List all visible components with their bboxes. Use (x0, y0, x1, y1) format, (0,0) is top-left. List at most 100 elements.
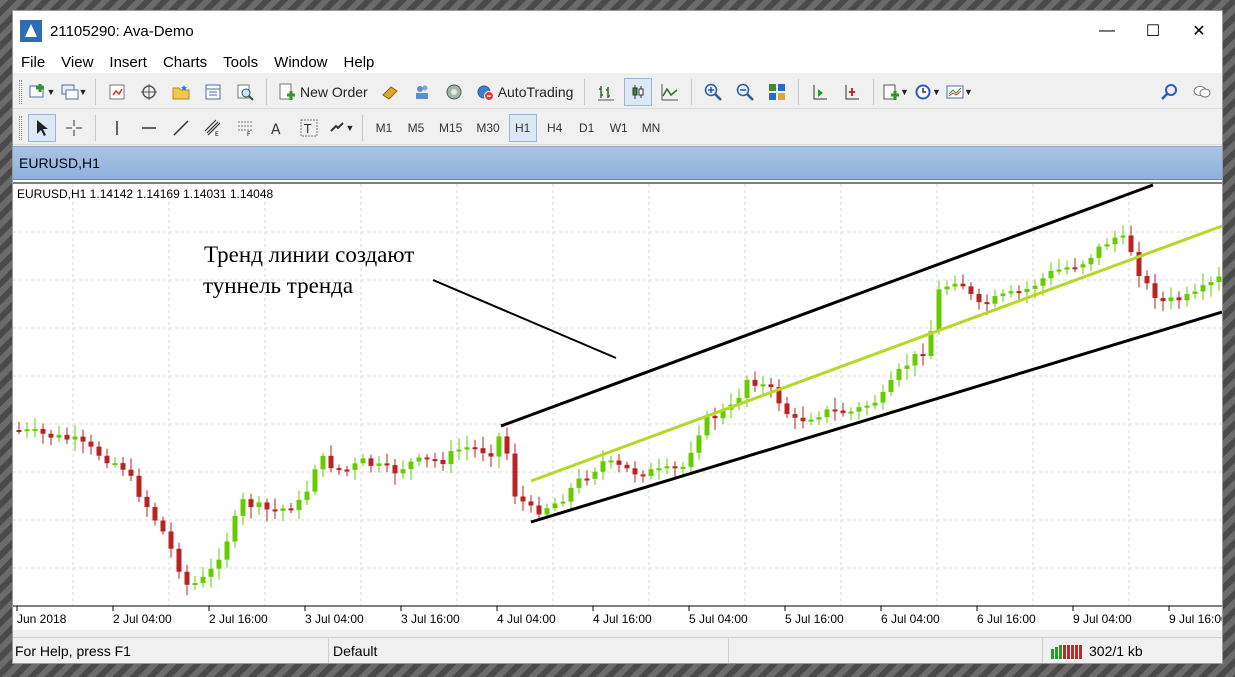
timeframe-m30[interactable]: M30 (471, 114, 504, 142)
market-button[interactable] (440, 78, 468, 106)
timeframe-w1[interactable]: W1 (605, 114, 633, 142)
candle-body (640, 474, 646, 477)
zoom-out-button[interactable] (731, 78, 759, 106)
time-label: 3 Jul 04:00 (305, 612, 364, 626)
menu-file[interactable]: File (13, 54, 53, 71)
candle-body (592, 471, 598, 479)
tile-windows-button[interactable] (763, 78, 791, 106)
maximize-button[interactable]: ☐ (1130, 11, 1176, 51)
text-icon: A (271, 122, 281, 137)
time-label: 2 Jul 16:00 (209, 612, 268, 626)
autotrading-button[interactable]: AutoTrading (472, 78, 578, 106)
connection-bars-icon (1051, 644, 1082, 659)
candle-body (312, 469, 318, 492)
arrows-button[interactable]: ▼ (327, 114, 355, 142)
signals-button[interactable] (408, 78, 436, 106)
candlestick-chart-button[interactable] (624, 77, 653, 106)
time-label: 5 Jul 04:00 (689, 612, 748, 626)
terminal-button[interactable] (199, 78, 227, 106)
clock-icon (915, 84, 931, 99)
timeframe-mn[interactable]: MN (637, 114, 666, 142)
search-button[interactable] (1156, 78, 1184, 106)
toolbar-grip[interactable] (19, 79, 22, 104)
horizontal-line-button[interactable] (135, 114, 163, 142)
line-chart-button[interactable] (656, 78, 684, 106)
chat-bubbles-icon (1193, 85, 1211, 97)
bar-chart-button[interactable] (592, 78, 620, 106)
chart-canvas[interactable]: EURUSD,H1 1.14142 1.14169 1.14031 1.1404… (13, 182, 1222, 630)
candle-body (344, 469, 350, 472)
title-bar[interactable]: 21105290: Ava-Demo — ☐ ✕ (13, 11, 1222, 51)
menu-tools[interactable]: Tools (215, 54, 266, 71)
candle-body (168, 531, 174, 549)
candle-body (56, 434, 62, 438)
data-window-button[interactable] (135, 78, 163, 106)
profiles-button[interactable]: ▼ (60, 78, 88, 106)
candle-body (608, 460, 614, 463)
candle-body (1104, 244, 1110, 247)
candle-body (304, 491, 310, 500)
timeframe-m1[interactable]: M1 (370, 114, 398, 142)
candle-body (1184, 293, 1190, 301)
candle-body (128, 469, 134, 476)
candle-body (992, 296, 998, 304)
new-order-button[interactable]: New Order (274, 78, 372, 106)
chart-window-title[interactable]: EURUSD,H1 (13, 147, 1222, 180)
vertical-line-button[interactable] (103, 114, 131, 142)
timeframe-d1[interactable]: D1 (573, 114, 601, 142)
candle-body (424, 457, 430, 460)
timeframe-h4[interactable]: H4 (541, 114, 569, 142)
fibonacci-button[interactable]: F (231, 114, 259, 142)
candle-body (104, 455, 110, 464)
candle-body (712, 415, 718, 419)
candle-body (288, 508, 294, 511)
toolbar-separator (873, 78, 875, 105)
timeframe-m5[interactable]: M5 (402, 114, 430, 142)
timeframe-h1[interactable]: H1 (508, 113, 537, 142)
menu-window[interactable]: Window (266, 54, 335, 71)
candle-body (352, 463, 358, 470)
status-connection[interactable]: 302/1 kb (1043, 638, 1222, 663)
chart-shift-button[interactable] (806, 78, 834, 106)
candle-body (80, 436, 86, 442)
zoom-in-button[interactable] (699, 78, 727, 106)
candle-body (536, 505, 542, 515)
time-label: 6 Jul 04:00 (881, 612, 940, 626)
trendline-button[interactable] (167, 114, 195, 142)
candle-body (784, 403, 790, 415)
zoom-out-icon (737, 83, 755, 101)
candle-body (64, 434, 70, 440)
minimize-button[interactable]: — (1084, 11, 1130, 51)
templates-button[interactable]: ▼ (945, 78, 973, 106)
strategy-tester-button[interactable] (231, 78, 259, 106)
menu-insert[interactable]: Insert (101, 54, 155, 71)
market-watch-button[interactable] (103, 78, 131, 106)
timeframe-m15[interactable]: M15 (434, 114, 467, 142)
navigator-button[interactable] (167, 78, 195, 106)
menu-view[interactable]: View (53, 54, 101, 71)
text-label-button[interactable]: T (295, 114, 323, 142)
crosshair-tool-button[interactable] (60, 114, 88, 142)
candle-body (1048, 270, 1054, 279)
chat-button[interactable] (1188, 78, 1216, 106)
close-button[interactable]: ✕ (1176, 11, 1222, 51)
menu-help[interactable]: Help (336, 54, 383, 71)
candle-body (136, 475, 142, 497)
indicators-button[interactable]: ▼ (881, 78, 909, 106)
autoscroll-button[interactable] (838, 78, 866, 106)
candle-body (896, 368, 902, 381)
status-profile[interactable]: Default (329, 638, 729, 663)
bar-chart-icon (598, 85, 615, 100)
new-chart-button[interactable]: ▼ (28, 78, 56, 106)
metaeditor-button[interactable] (376, 78, 404, 106)
menu-charts[interactable]: Charts (155, 54, 215, 71)
candle-body (1176, 297, 1182, 301)
folder-star-icon (172, 84, 190, 99)
text-tool-button[interactable]: A (263, 114, 291, 142)
horizontal-line-icon (142, 126, 156, 129)
candle-body (280, 508, 286, 511)
toolbar-grip[interactable] (19, 115, 22, 140)
cursor-tool-button[interactable] (28, 113, 56, 142)
periods-button[interactable]: ▼ (913, 78, 941, 106)
equidistant-channel-button[interactable]: E (199, 114, 227, 142)
